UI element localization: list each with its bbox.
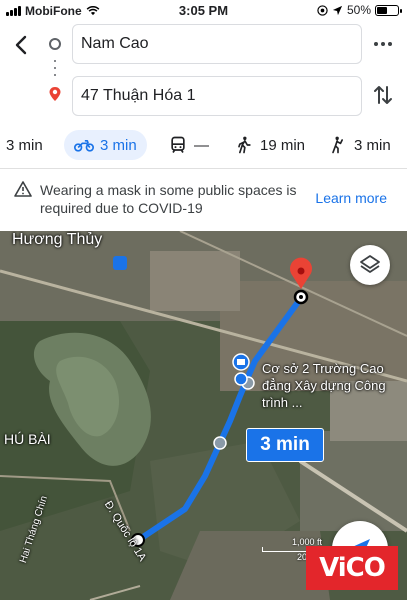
layers-button[interactable]: [350, 245, 390, 285]
tab-car[interactable]: 3 min: [0, 130, 53, 160]
orientation-lock-icon: [317, 4, 328, 16]
tab-transit[interactable]: —: [158, 130, 219, 160]
swap-directions-icon[interactable]: [372, 83, 394, 107]
map-view[interactable]: Hương Thủy Hai Tháng Chín HÚ BÀI Đ. Quốc…: [0, 231, 407, 600]
origin-input[interactable]: Nam Cao: [72, 24, 362, 64]
layers-icon: [360, 255, 380, 273]
status-right: 50%: [317, 3, 402, 17]
ride-mode-label: 3 min: [354, 136, 391, 154]
battery-icon: [375, 4, 402, 16]
destination-input[interactable]: 47 Thuận Hóa 1: [72, 76, 362, 116]
more-options-icon[interactable]: [373, 36, 393, 52]
banner-message: Wearing a mask in some public spaces is …: [40, 182, 297, 216]
map-label-huong-thuy: Hương Thủy: [12, 231, 103, 248]
travel-mode-tabs: 3 min 3 min — 19 min 3 min: [0, 126, 407, 166]
place-label[interactable]: Cơ sở 2 Trường Cao đẳng Xây dựng Công tr…: [262, 360, 402, 411]
back-button[interactable]: [10, 33, 34, 57]
motorbike-icon: [74, 140, 94, 152]
location-arrow-icon: [332, 5, 343, 15]
vico-watermark-logo: ViCO: [306, 546, 398, 590]
walking-icon: [238, 136, 251, 154]
covid-banner: Wearing a mask in some public spaces is …: [0, 169, 407, 231]
learn-more-link[interactable]: Learn more: [315, 190, 387, 206]
origin-marker-icon: [49, 38, 61, 50]
route-time-badge[interactable]: 3 min: [246, 428, 324, 462]
car-mode-label: 3 min: [6, 136, 43, 154]
ride-hailing-icon: [332, 136, 343, 154]
warning-icon: [14, 181, 32, 197]
tab-ride[interactable]: 3 min: [318, 130, 401, 160]
train-icon: [171, 136, 185, 153]
battery-percent: 50%: [346, 3, 371, 17]
transit-mode-label: —: [194, 136, 209, 154]
tab-motorbike[interactable]: 3 min: [64, 130, 147, 160]
bus-stop-icon[interactable]: [113, 256, 127, 270]
route-dots-icon: [54, 60, 56, 76]
destination-pin-icon: [49, 87, 61, 101]
motorbike-mode-label: 3 min: [100, 136, 137, 154]
walk-mode-label: 19 min: [260, 136, 306, 154]
map-label-hu-bai: HÚ BÀI: [4, 431, 51, 447]
tab-walk[interactable]: 19 min: [224, 130, 315, 160]
status-bar: MobiFone 3:05 PM 50%: [0, 0, 407, 22]
